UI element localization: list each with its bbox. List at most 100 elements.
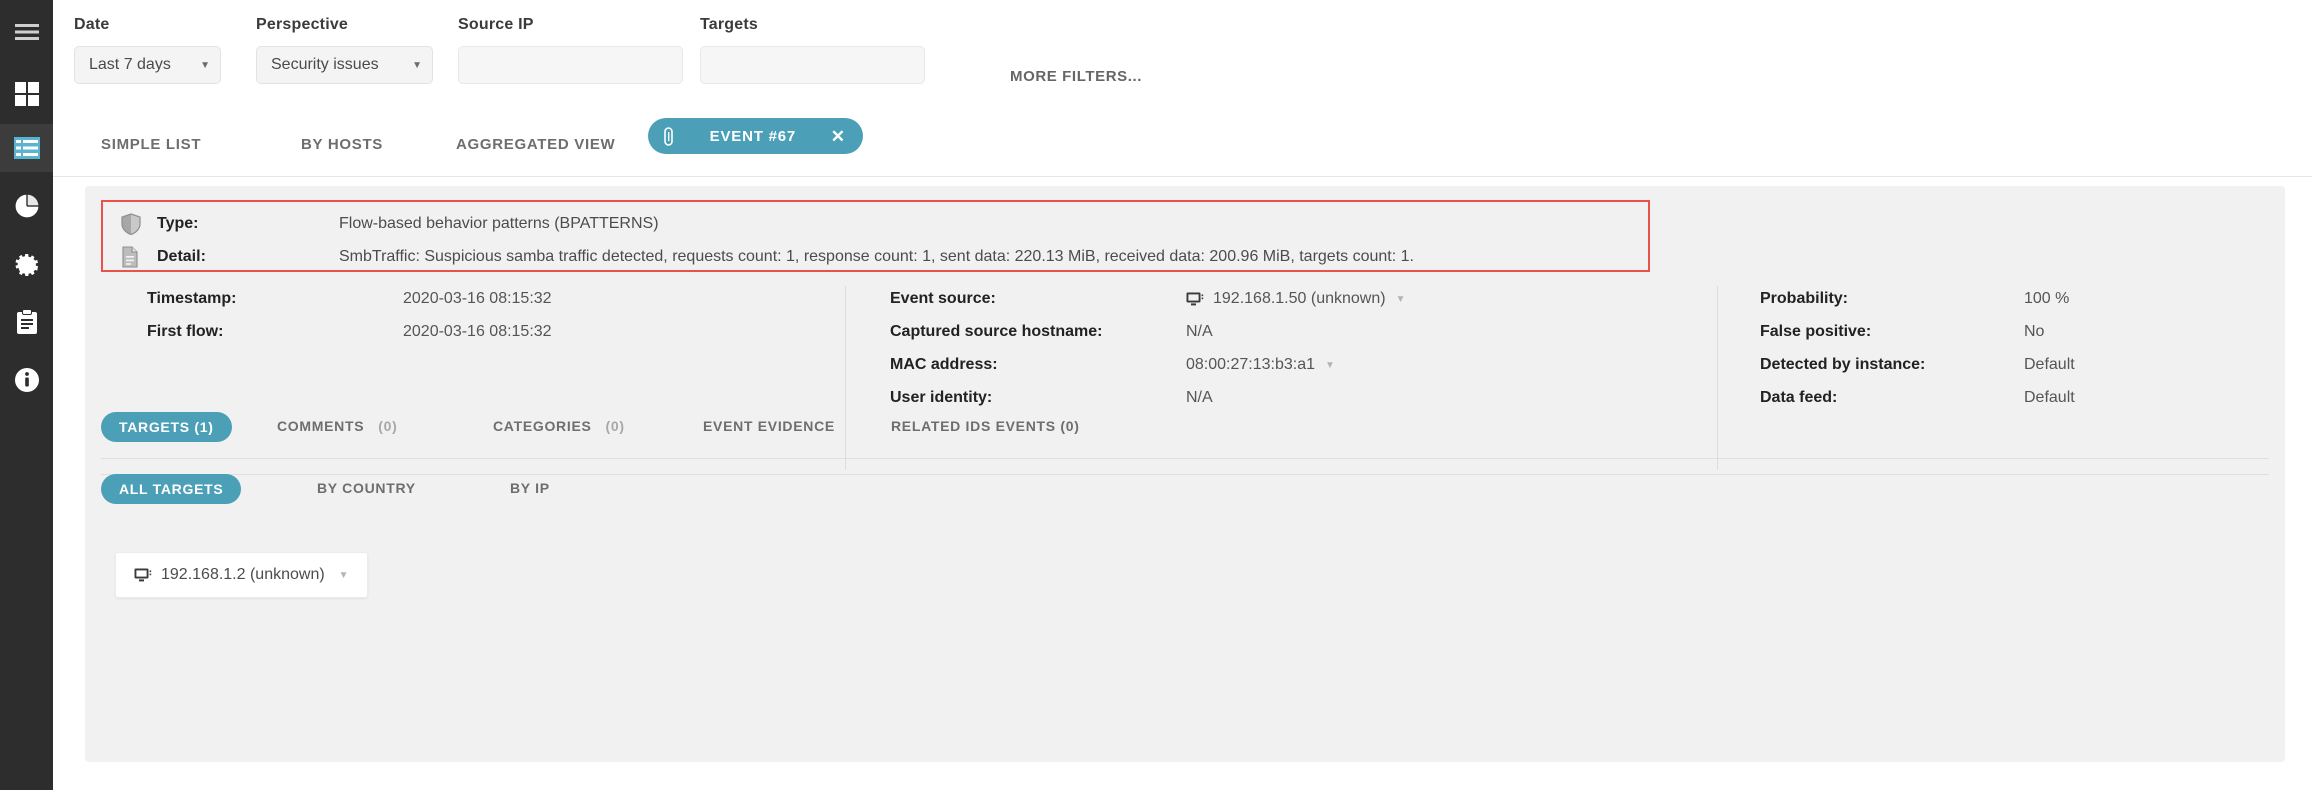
detail-key: False positive: — [1760, 323, 2024, 341]
chevron-down-icon[interactable]: ▼ — [339, 570, 349, 581]
date-select[interactable]: Last 7 days ▼ — [74, 46, 221, 84]
perspective-select[interactable]: Security issues ▼ — [256, 46, 433, 84]
sidebar-item-settings[interactable] — [0, 240, 53, 288]
gear-icon — [14, 251, 40, 277]
info-icon — [14, 367, 40, 393]
subtab-comments[interactable]: COMMENTS (0) — [277, 418, 397, 434]
filter-date: Date Last 7 days ▼ — [74, 16, 221, 84]
tab-by-hosts[interactable]: BY HOSTS — [301, 136, 383, 153]
date-select-value: Last 7 days — [89, 56, 171, 74]
targets-input[interactable] — [700, 46, 925, 84]
subtab-event-evidence-label: EVENT EVIDENCE — [703, 418, 835, 434]
detail-row: False positive: No — [1760, 323, 2260, 341]
summary-type-value: Flow-based behavior patterns (BPATTERNS) — [339, 215, 659, 233]
filter-targets: Targets — [700, 16, 925, 84]
chevron-down-icon: ▼ — [412, 60, 422, 71]
summary-detail-key: Detail: — [157, 248, 339, 266]
filter-date-label: Date — [74, 16, 221, 34]
detail-value: N/A — [1186, 389, 1213, 407]
detail-key: First flow: — [147, 323, 403, 341]
detail-key: Captured source hostname: — [890, 323, 1186, 341]
chevron-down-icon[interactable]: ▼ — [1396, 294, 1406, 305]
detail-value-event-source[interactable]: 192.168.1.50 (unknown) ▼ — [1186, 290, 1405, 308]
target-tab-by-ip[interactable]: BY IP — [510, 480, 550, 496]
more-filters-button[interactable]: MORE FILTERS... — [1010, 68, 1142, 85]
detail-key: Event source: — [890, 290, 1186, 308]
tab-simple-list[interactable]: SIMPLE LIST — [101, 136, 201, 153]
detail-value: No — [2024, 323, 2044, 341]
sidebar-item-menu[interactable] — [0, 8, 53, 56]
detail-value: 100 % — [2024, 290, 2069, 308]
sidebar-item-list[interactable] — [0, 124, 53, 172]
sidebar-item-reports[interactable] — [0, 182, 53, 230]
subtab-related-ids-events-label: RELATED IDS EVENTS (0) — [891, 418, 1080, 434]
monitor-icon — [134, 568, 153, 583]
subtab-event-evidence[interactable]: EVENT EVIDENCE — [703, 418, 835, 434]
chevron-down-icon[interactable]: ▼ — [1325, 360, 1335, 371]
target-chip-label: 192.168.1.2 (unknown) — [161, 566, 325, 584]
detail-key: Detected by instance: — [1760, 356, 2024, 374]
detail-row: Timestamp: 2020-03-16 08:15:32 — [147, 290, 827, 308]
subtab-comments-label: COMMENTS — [277, 418, 364, 434]
event-summary-box: Type: Flow-based behavior patterns (BPAT… — [101, 200, 1650, 272]
filter-source-ip: Source IP — [458, 16, 683, 84]
detail-column-middle: Event source: 192.168.1.50 (unknown) ▼ C… — [890, 290, 1770, 422]
detail-value-mac[interactable]: 08:00:27:13:b3:a1 ▼ — [1186, 356, 1335, 374]
detail-value: Default — [2024, 356, 2075, 374]
detail-key: Data feed: — [1760, 389, 2024, 407]
detail-value: Default — [2024, 389, 2075, 407]
detail-row: MAC address: 08:00:27:13:b3:a1 ▼ — [890, 356, 1770, 374]
detail-value: 2020-03-16 08:15:32 — [403, 290, 552, 308]
sidebar-item-tasks[interactable] — [0, 298, 53, 346]
filter-bar: Date Last 7 days ▼ Perspective Security … — [53, 0, 2312, 114]
column-divider — [1717, 286, 1718, 470]
target-tab-all[interactable]: ALL TARGETS — [101, 474, 241, 504]
subtab-categories-label: CATEGORIES — [493, 418, 592, 434]
detail-row: Captured source hostname: N/A — [890, 323, 1770, 341]
detail-key: MAC address: — [890, 356, 1186, 374]
detail-row: Data feed: Default — [1760, 389, 2260, 407]
detail-key: User identity: — [890, 389, 1186, 407]
detail-value: N/A — [1186, 323, 1213, 341]
mac-address-text: 08:00:27:13:b3:a1 — [1186, 356, 1315, 374]
perspective-select-value: Security issues — [271, 56, 379, 74]
sidebar-item-info[interactable] — [0, 356, 53, 404]
tab-aggregated-view[interactable]: AGGREGATED VIEW — [456, 136, 615, 153]
subtab-categories[interactable]: CATEGORIES (0) — [493, 418, 625, 434]
detail-key: Probability: — [1760, 290, 2024, 308]
document-icon — [121, 246, 143, 268]
target-tab-by-country[interactable]: BY COUNTRY — [317, 480, 416, 496]
menu-icon — [14, 22, 40, 42]
summary-detail-value: SmbTraffic: Suspicious samba traffic det… — [339, 248, 1414, 266]
close-icon[interactable]: ✕ — [831, 128, 845, 145]
filter-targets-label: Targets — [700, 16, 925, 34]
subtab-divider — [101, 458, 2269, 459]
subtab-comments-count: (0) — [378, 418, 397, 434]
sidebar-item-dashboard[interactable] — [0, 70, 53, 118]
subtab-targets[interactable]: TARGETS (1) — [101, 412, 232, 442]
monitor-icon — [1186, 292, 1205, 307]
dashboard-icon — [14, 81, 40, 107]
summary-row-type: Type: Flow-based behavior patterns (BPAT… — [121, 213, 659, 235]
detail-key: Timestamp: — [147, 290, 403, 308]
document-icon — [662, 127, 675, 146]
detail-row: User identity: N/A — [890, 389, 1770, 407]
chevron-down-icon: ▼ — [200, 60, 210, 71]
detail-row: Probability: 100 % — [1760, 290, 2260, 308]
subtab-related-ids-events[interactable]: RELATED IDS EVENTS (0) — [891, 418, 1080, 434]
clipboard-icon — [16, 309, 38, 335]
filter-source-ip-label: Source IP — [458, 16, 683, 34]
filter-perspective-label: Perspective — [256, 16, 433, 34]
column-divider — [845, 286, 846, 470]
sidebar — [0, 0, 53, 790]
summary-row-detail: Detail: SmbTraffic: Suspicious samba tra… — [121, 246, 1414, 268]
tab-bar: SIMPLE LIST BY HOSTS AGGREGATED VIEW — [53, 114, 2312, 177]
detail-row: First flow: 2020-03-16 08:15:32 — [147, 323, 827, 341]
list-icon — [14, 137, 40, 159]
target-chip[interactable]: 192.168.1.2 (unknown) ▼ — [115, 552, 368, 598]
pie-chart-icon — [14, 193, 40, 219]
tab-event-67[interactable]: EVENT #67 ✕ — [648, 118, 863, 154]
source-ip-input[interactable] — [458, 46, 683, 84]
subtab-categories-count: (0) — [606, 418, 625, 434]
event-detail-card: Type: Flow-based behavior patterns (BPAT… — [85, 186, 2285, 762]
